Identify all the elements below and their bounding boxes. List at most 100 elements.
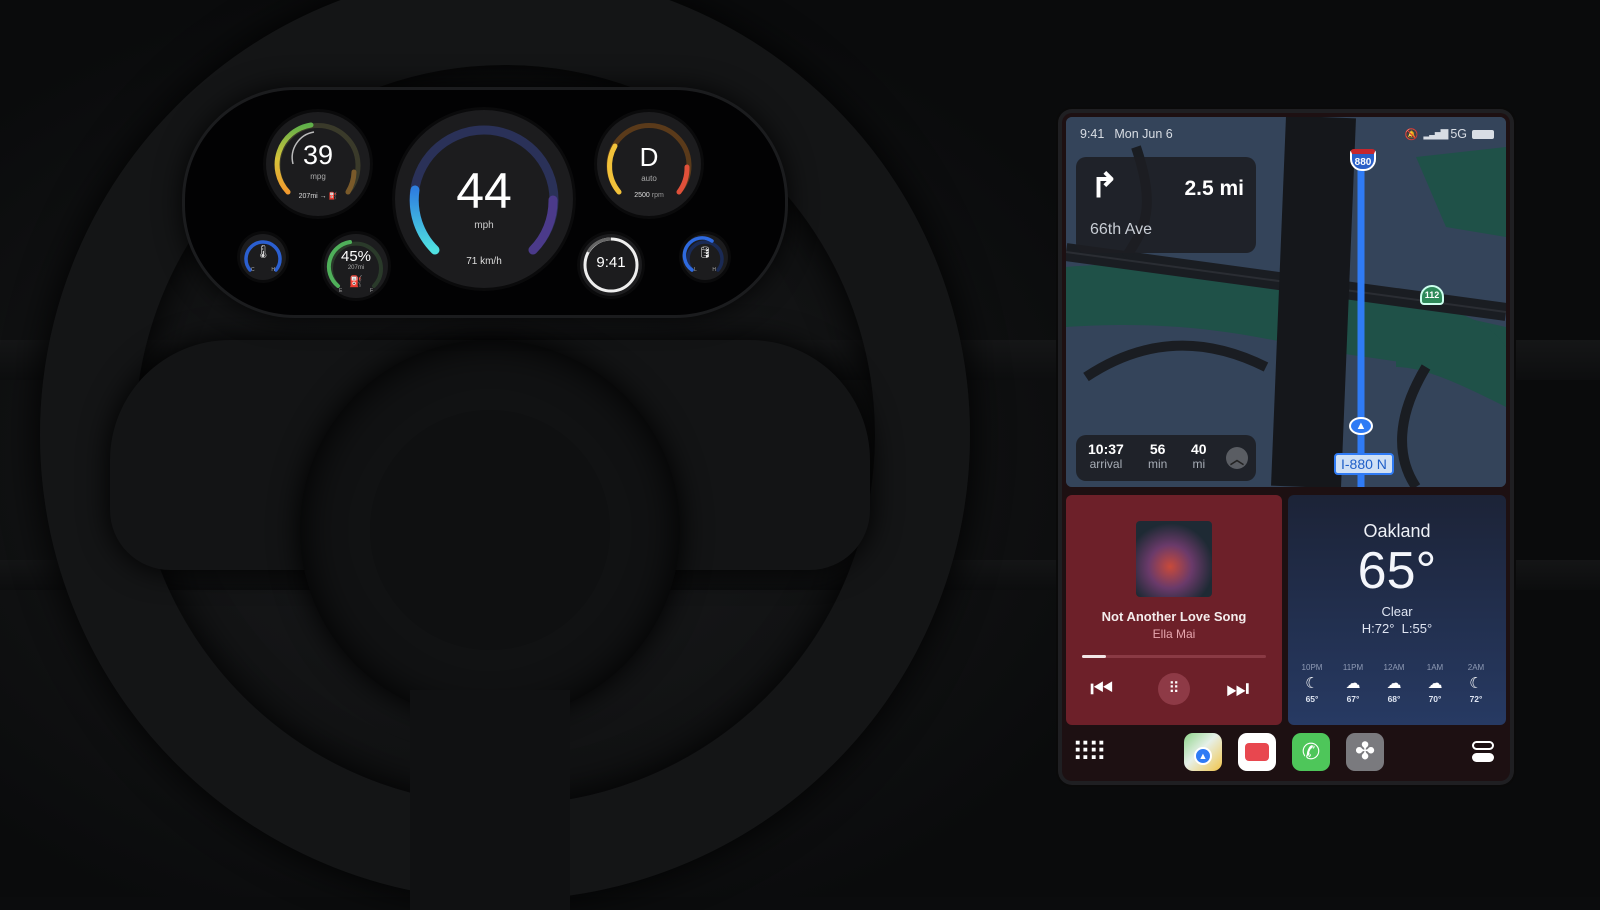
hourly-forecast-item: 1AM ☁ 70°: [1417, 663, 1453, 704]
now-playing-widget[interactable]: Not Another Love Song Ella Mai ⏮ ⠿ ⏭: [1066, 495, 1282, 725]
gear-mode: auto: [641, 174, 657, 183]
duration-label: min: [1148, 457, 1168, 471]
coolant-high-label: H: [271, 267, 275, 273]
cloud-rain-icon: ☁: [1386, 675, 1402, 692]
playback-progress-fill: [1082, 655, 1106, 658]
previous-track-button[interactable]: ⏮: [1090, 675, 1113, 701]
current-road-text: I-880 N: [1341, 456, 1387, 472]
weather-temperature: 65°: [1357, 542, 1437, 600]
range-value: 207mi: [298, 193, 318, 200]
rpm-unit: rpm: [651, 192, 664, 199]
oil-gauge: 🛢 L H: [682, 234, 728, 280]
route-112-shield: 112: [1420, 285, 1444, 305]
interstate-880-shield: 880: [1350, 149, 1376, 171]
trip-eta-card[interactable]: 10:37 arrival 56 min 40 mi ︿: [1076, 435, 1256, 481]
distance-value: 40: [1191, 441, 1207, 457]
expand-chevron-up-icon[interactable]: ︿: [1226, 447, 1248, 469]
carplay-screen: 9:41 Mon Jun 6 🔕 ▂▃▅▇ 5G 880 112 ↱ 2.5 m…: [1062, 113, 1510, 781]
climate-fan-app-icon[interactable]: ✤: [1346, 733, 1384, 771]
hour-temp: 67°: [1346, 694, 1360, 704]
weather-widget[interactable]: Oakland 65° Clear H:72° L:55° 10PM ☾ 65°…: [1288, 495, 1506, 725]
hourly-forecast-item: 2AM ☾ 72°: [1458, 663, 1494, 704]
dock: ⠿⠿ ▲ ✆ ✤: [1066, 729, 1506, 777]
mpg-range: 207mi → ⛽: [266, 192, 370, 200]
turn-by-turn-card[interactable]: ↱ 2.5 mi 66th Ave: [1076, 157, 1256, 253]
app-grid-icon[interactable]: ⠿⠿: [1072, 739, 1107, 765]
hour-time: 12AM: [1383, 663, 1405, 672]
coolant-temp-gauge: 🌡 C H: [240, 234, 286, 280]
next-track-button[interactable]: ⏭: [1226, 675, 1249, 701]
playback-progress-bar[interactable]: [1082, 655, 1266, 658]
maneuver-distance: 2.5 mi: [1184, 177, 1244, 200]
turn-right-icon: ↱: [1090, 167, 1119, 205]
duration-value: 56: [1149, 441, 1166, 457]
cloud-moon-icon: ☁: [1427, 675, 1443, 692]
shield-880-text: 880: [1354, 157, 1372, 168]
hour-time: 11PM: [1342, 663, 1364, 672]
track-title: Not Another Love Song: [1101, 609, 1247, 624]
status-time: 9:41: [1080, 127, 1105, 141]
speedometer: 44 mph 71 km/h: [395, 110, 573, 288]
speed-unit: mph: [474, 220, 494, 231]
speed-kmh: 71 km/h: [466, 256, 502, 267]
navigation-map[interactable]: 9:41 Mon Jun 6 🔕 ▂▃▅▇ 5G 880 112 ↱ 2.5 m…: [1066, 117, 1506, 487]
hour-temp: 70°: [1428, 694, 1442, 704]
current-location-arrow-icon: ▲: [1349, 417, 1373, 435]
moon-stars-icon: ☾: [1305, 675, 1319, 692]
fuel-empty-label: E: [339, 288, 343, 294]
arrow-icon: →: [319, 193, 327, 200]
hour-time: 1AM: [1426, 663, 1444, 672]
fuel-level-gauge: 45% 207mi ⛽ E F: [324, 234, 388, 298]
weather-high-low: H:72° L:55°: [1361, 621, 1433, 636]
signal-icon: ▂▃▅▇: [1423, 128, 1449, 140]
mpg-value: 39: [302, 140, 334, 170]
hour-temp: 65°: [1305, 694, 1319, 704]
steering-wheel-center: [370, 410, 610, 650]
rpm-readout: 2500 rpm: [597, 192, 701, 199]
clock-time: 9:41: [596, 254, 626, 271]
hourly-forecast-item: 11PM ☁ 67°: [1335, 663, 1371, 704]
distance-label: mi: [1192, 457, 1206, 471]
speed-value: 44: [456, 163, 512, 219]
status-bar: 9:41 Mon Jun 6 🔕 ▂▃▅▇ 5G: [1080, 125, 1494, 143]
fuel-full-label: F: [369, 288, 373, 294]
hourly-forecast-item: 12AM ☁ 68°: [1376, 663, 1412, 704]
radio-app-icon[interactable]: [1238, 733, 1276, 771]
arrival-label: arrival: [1089, 457, 1123, 471]
track-artist: Ella Mai: [1152, 627, 1196, 641]
arrival-time: 10:37: [1088, 441, 1124, 457]
album-art[interactable]: [1136, 521, 1212, 597]
hour-time: 10PM: [1301, 663, 1323, 672]
rpm-value: 2500: [634, 192, 650, 199]
hour-temp: 72°: [1469, 694, 1483, 704]
eta-duration: 56 min: [1148, 441, 1167, 471]
oil-high-label: H: [712, 267, 716, 273]
hourly-forecast-item: 10PM ☾ 65°: [1294, 663, 1330, 704]
current-road-label: I-880 N: [1334, 453, 1394, 475]
coolant-icon: 🌡: [254, 244, 272, 259]
maps-app-icon[interactable]: ▲: [1184, 733, 1222, 771]
oil-low-label: L: [694, 267, 697, 273]
weather-condition: Clear: [1381, 604, 1413, 619]
clock-gauge: 9:41: [580, 234, 642, 296]
weather-city: Oakland: [1363, 521, 1431, 541]
hour-time: 2AM: [1467, 663, 1485, 672]
eta-distance: 40 mi: [1191, 441, 1207, 471]
notifications-muted-icon: 🔕: [1404, 128, 1419, 141]
steering-column: [410, 690, 570, 910]
settings-toggles-icon[interactable]: [1472, 741, 1494, 763]
fuel-percent: 45%: [340, 248, 372, 265]
hour-temp: 68°: [1387, 694, 1401, 704]
music-app-grid-button[interactable]: ⠿: [1158, 673, 1190, 705]
phone-app-icon[interactable]: ✆: [1292, 733, 1330, 771]
oil-can-icon: 🛢: [698, 247, 712, 259]
status-date: Mon Jun 6: [1114, 127, 1173, 141]
network-label: 5G: [1450, 127, 1467, 141]
fuel-economy-gauge: 39 mpg 207mi → ⛽: [266, 112, 370, 216]
fuel-pump-icon: ⛽: [328, 193, 338, 200]
cloud-moon-rain-icon: ☁: [1345, 675, 1361, 692]
eta-arrival: 10:37 arrival: [1088, 441, 1124, 471]
moon-icon: ☾: [1469, 675, 1483, 692]
battery-icon: [1472, 129, 1494, 139]
street-name: 66th Ave: [1090, 221, 1152, 238]
